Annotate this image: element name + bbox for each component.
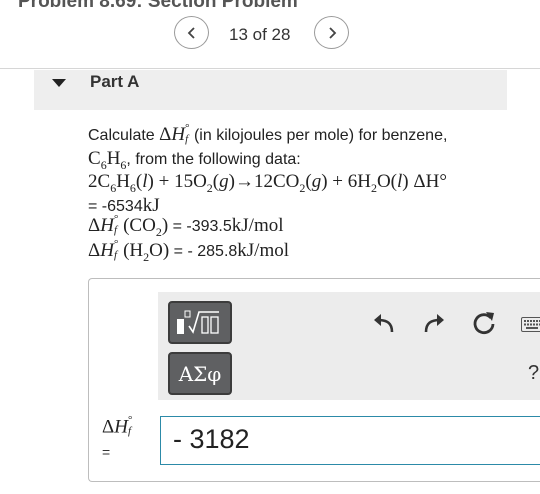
- part-label: Part A: [90, 72, 140, 91]
- h2o-formation-data: ΔH ° f (H2O) = - 285.8kJ/mol: [88, 237, 290, 264]
- question-line-1: Calculate ΔH ° f (in kilojoules per mole) …: [88, 121, 448, 147]
- next-problem-button[interactable]: [314, 16, 349, 49]
- keyboard-button[interactable]: [521, 317, 540, 332]
- chevron-left-icon: [187, 26, 195, 39]
- templates-icon: [177, 310, 219, 334]
- header-divider: [0, 68, 540, 69]
- answer-input[interactable]: - 3182: [160, 416, 540, 465]
- delta-h-f-symbol: ΔH ° f (CO2): [88, 212, 169, 239]
- problem-title: Problem 8.69: Section Problem: [18, 0, 298, 12]
- benzene-formula: C6H6: [88, 148, 127, 172]
- reaction-equation: 2C6H6(l) + 15O2(g)→12CO2(g) + 6H2O(l) ΔH…: [88, 171, 447, 195]
- co2-enthalpy-value: = -393.5: [168, 218, 232, 235]
- reaction-enthalpy-unit: kJ: [142, 195, 160, 216]
- reset-button[interactable]: [471, 310, 497, 336]
- caret-down-icon[interactable]: [52, 79, 66, 87]
- previous-problem-button[interactable]: [174, 16, 209, 49]
- h2o-enthalpy-unit: kJ/mol: [237, 240, 290, 261]
- question-text: Calculate: [88, 127, 160, 144]
- reaction-enthalpy: = -6534kJ: [88, 195, 160, 217]
- reset-icon: [473, 312, 495, 335]
- question-text: (in kilojoules per mole) for benzene,: [189, 127, 448, 144]
- redo-button[interactable]: [421, 310, 447, 336]
- part-a-header[interactable]: Part A: [34, 70, 507, 110]
- answer-label: ΔH ° f: [102, 414, 133, 438]
- co2-formation-data: ΔH ° f (CO2) = -393.5kJ/mol: [88, 212, 284, 239]
- help-button[interactable]: ?: [528, 362, 539, 385]
- redo-icon: [424, 314, 444, 333]
- templates-button[interactable]: [168, 301, 232, 344]
- undo-button[interactable]: [371, 310, 397, 336]
- delta-h-f-symbol: ΔH ° f (H2O): [88, 237, 170, 264]
- co2-enthalpy-unit: kJ/mol: [231, 215, 284, 236]
- keyboard-icon: [521, 317, 540, 332]
- h2o-enthalpy-value: = - 285.8: [169, 243, 238, 260]
- answer-equals: =: [102, 444, 111, 460]
- question-line-2: C6H6, from the following data:: [88, 148, 301, 172]
- page-counter: 13 of 28: [229, 25, 291, 44]
- delta-h-f-symbol: ΔH ° f: [159, 121, 190, 145]
- undo-icon: [374, 314, 394, 333]
- greek-symbols-button[interactable]: ΑΣφ: [168, 352, 232, 395]
- question-text: , from the following data:: [126, 151, 301, 168]
- chevron-right-icon: [328, 26, 336, 39]
